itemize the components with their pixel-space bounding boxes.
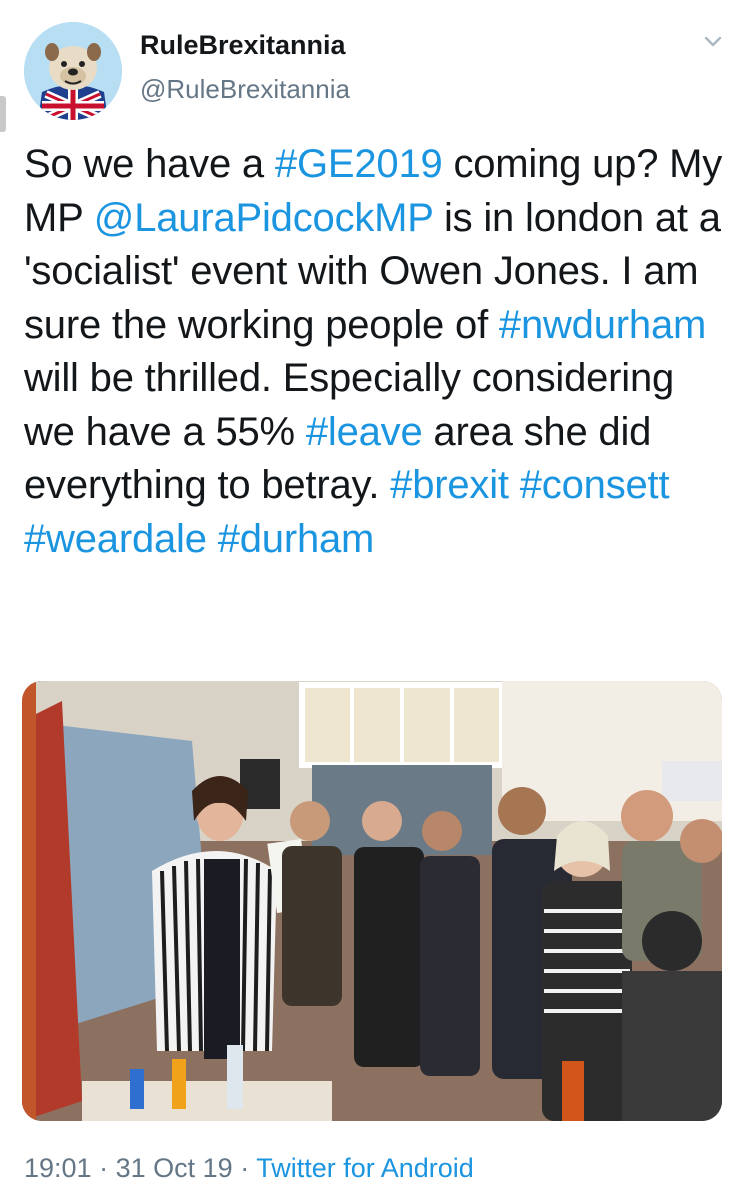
tweet-meta: 19:01 · 31 Oct 19 · Twitter for Android xyxy=(24,1150,474,1186)
mention-link[interactable]: @LauraPidcockMP xyxy=(94,196,433,240)
hashtag-link[interactable]: #GE2019 xyxy=(275,142,443,186)
scroll-indicator xyxy=(0,96,6,132)
hashtag-link[interactable]: #brexit xyxy=(390,463,509,507)
tweet-text-segment xyxy=(509,463,520,507)
hashtag-link[interactable]: #consett xyxy=(520,463,670,507)
tweet-header: RuleBrexitannia @RuleBrexitannia xyxy=(24,22,724,122)
tweet-photo[interactable] xyxy=(22,681,722,1121)
display-name[interactable]: RuleBrexitannia xyxy=(140,28,350,62)
hashtag-link[interactable]: #nwdurham xyxy=(499,303,706,347)
chevron-down-icon[interactable] xyxy=(702,30,724,52)
avatar[interactable] xyxy=(24,22,122,120)
meta-separator-2: · xyxy=(240,1153,250,1183)
tweet-text-segment xyxy=(207,517,218,561)
hashtag-link[interactable]: #weardale xyxy=(24,517,207,561)
tweet-source-link[interactable]: Twitter for Android xyxy=(256,1153,474,1183)
tweet-date[interactable]: 31 Oct 19 xyxy=(116,1153,233,1183)
tweet-text-segment: So we have a xyxy=(24,142,275,186)
hashtag-link[interactable]: #durham xyxy=(218,517,375,561)
handle[interactable]: @RuleBrexitannia xyxy=(140,72,350,106)
tweet-time: 19:01 xyxy=(24,1153,92,1183)
tweet-text: So we have a #GE2019 coming up? My MP @L… xyxy=(24,138,724,566)
bulldog-avatar-icon xyxy=(24,22,122,120)
hashtag-link[interactable]: #leave xyxy=(306,410,423,454)
meta-separator: · xyxy=(99,1153,109,1183)
